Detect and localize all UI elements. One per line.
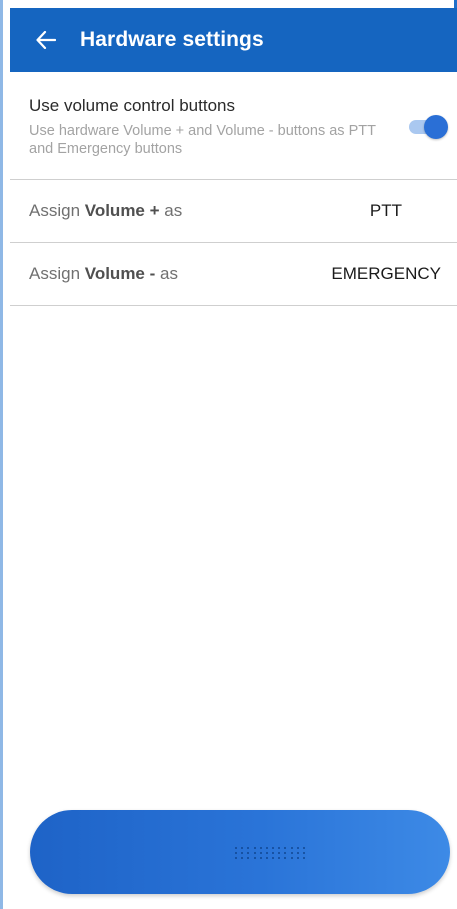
left-edge-accent [0, 0, 3, 909]
back-button[interactable] [32, 26, 60, 54]
label-key: Volume + [84, 201, 160, 220]
assign-volume-minus-row[interactable]: Assign Volume - as EMERGENCY [10, 243, 457, 306]
volume-control-toggle[interactable] [406, 115, 448, 139]
speaker-grille-icon [233, 846, 307, 860]
label-suffix: as [159, 201, 183, 220]
volume-control-setting[interactable]: Use volume control buttons Use hardware … [10, 72, 457, 180]
assign-volume-minus-value: EMERGENCY [331, 264, 441, 283]
assign-volume-plus-value: PTT [369, 201, 402, 220]
status-strip [0, 0, 457, 8]
assign-volume-plus-label: Assign Volume + as [29, 201, 182, 221]
settings-list: Use volume control buttons Use hardware … [10, 72, 457, 306]
label-key: Volume - [84, 264, 156, 283]
label-prefix: Assign [29, 201, 85, 220]
ptt-button[interactable] [30, 810, 450, 894]
arrow-left-icon [36, 31, 56, 49]
assign-volume-plus-row[interactable]: Assign Volume + as PTT [10, 180, 457, 243]
label-prefix: Assign [29, 264, 85, 283]
page-title: Hardware settings [80, 28, 264, 51]
toggle-thumb [424, 115, 448, 139]
setting-title: Use volume control buttons [29, 96, 235, 115]
app-bar: Hardware settings [10, 8, 457, 72]
label-suffix: as [155, 264, 178, 283]
setting-description: Use hardware Volume + and Volume - butto… [29, 123, 376, 157]
assign-volume-minus-label: Assign Volume - as [29, 264, 178, 284]
